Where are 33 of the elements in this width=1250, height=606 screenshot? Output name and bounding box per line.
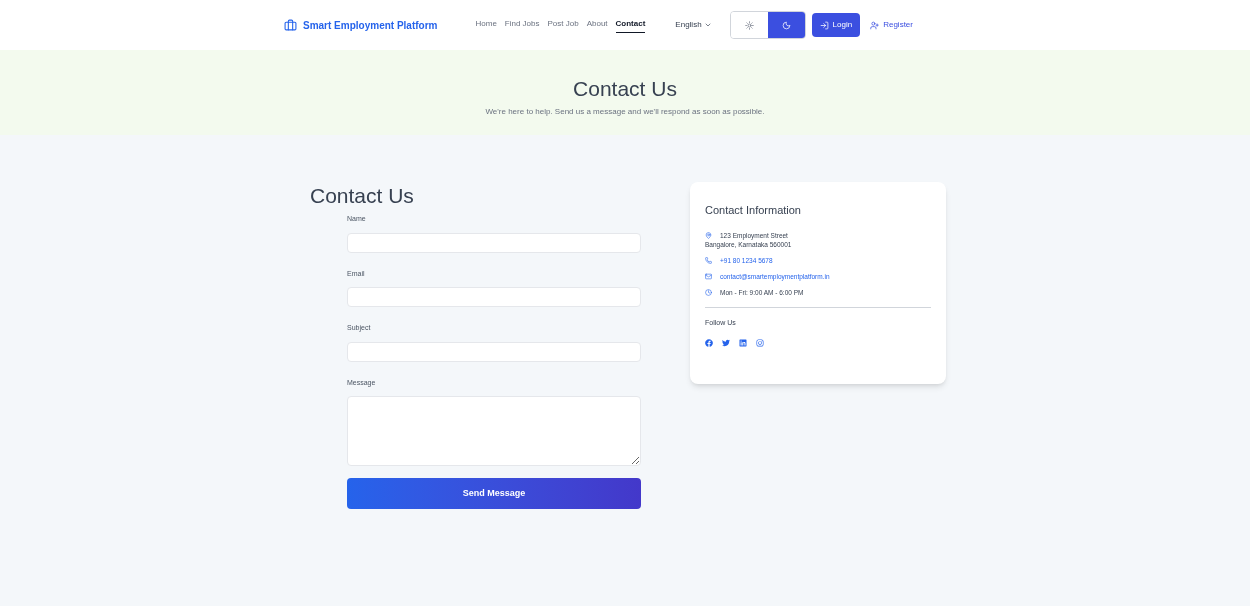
nav-link[interactable]: Post Job bbox=[547, 17, 579, 33]
message-field[interactable] bbox=[347, 396, 641, 466]
register-button[interactable]: Register bbox=[866, 13, 917, 37]
map-pin-icon bbox=[705, 231, 712, 239]
send-button[interactable]: Send Message bbox=[347, 478, 641, 509]
nav-link[interactable]: Contact bbox=[615, 17, 646, 33]
sun-icon bbox=[744, 20, 754, 30]
login-icon bbox=[819, 20, 829, 30]
user-plus-icon bbox=[870, 20, 880, 30]
input-field[interactable] bbox=[347, 287, 641, 307]
moon-icon bbox=[781, 20, 791, 30]
envelope-icon bbox=[705, 273, 712, 281]
brand-name[interactable]: Smart Employment Platform bbox=[303, 17, 438, 33]
instagram-icon[interactable] bbox=[756, 338, 764, 347]
facebook-icon[interactable] bbox=[705, 338, 713, 347]
linkedin-icon[interactable] bbox=[739, 338, 747, 347]
hero-subtitle: We're here to help. Send us a message and we'll respond as soon as possible. bbox=[485, 106, 765, 118]
phone-icon bbox=[705, 257, 712, 265]
form-title: Contact Us bbox=[310, 185, 415, 206]
nav-link[interactable]: Home bbox=[475, 17, 497, 33]
chevron-down-icon bbox=[703, 21, 712, 29]
info-title: Contact Information bbox=[705, 203, 802, 218]
nav-link[interactable]: Find Jobs bbox=[504, 17, 540, 33]
briefcase-icon bbox=[284, 18, 297, 32]
input-field[interactable] bbox=[347, 341, 641, 362]
hero-title: Contact Us bbox=[573, 78, 677, 99]
clock-icon bbox=[705, 288, 712, 296]
language-select[interactable]: English bbox=[675, 19, 712, 31]
twitter-icon[interactable] bbox=[722, 338, 730, 347]
theme-toggle[interactable] bbox=[729, 11, 806, 39]
nav-link[interactable]: About bbox=[586, 17, 608, 33]
login-button[interactable]: Login bbox=[811, 13, 861, 37]
input-field[interactable] bbox=[347, 232, 641, 253]
